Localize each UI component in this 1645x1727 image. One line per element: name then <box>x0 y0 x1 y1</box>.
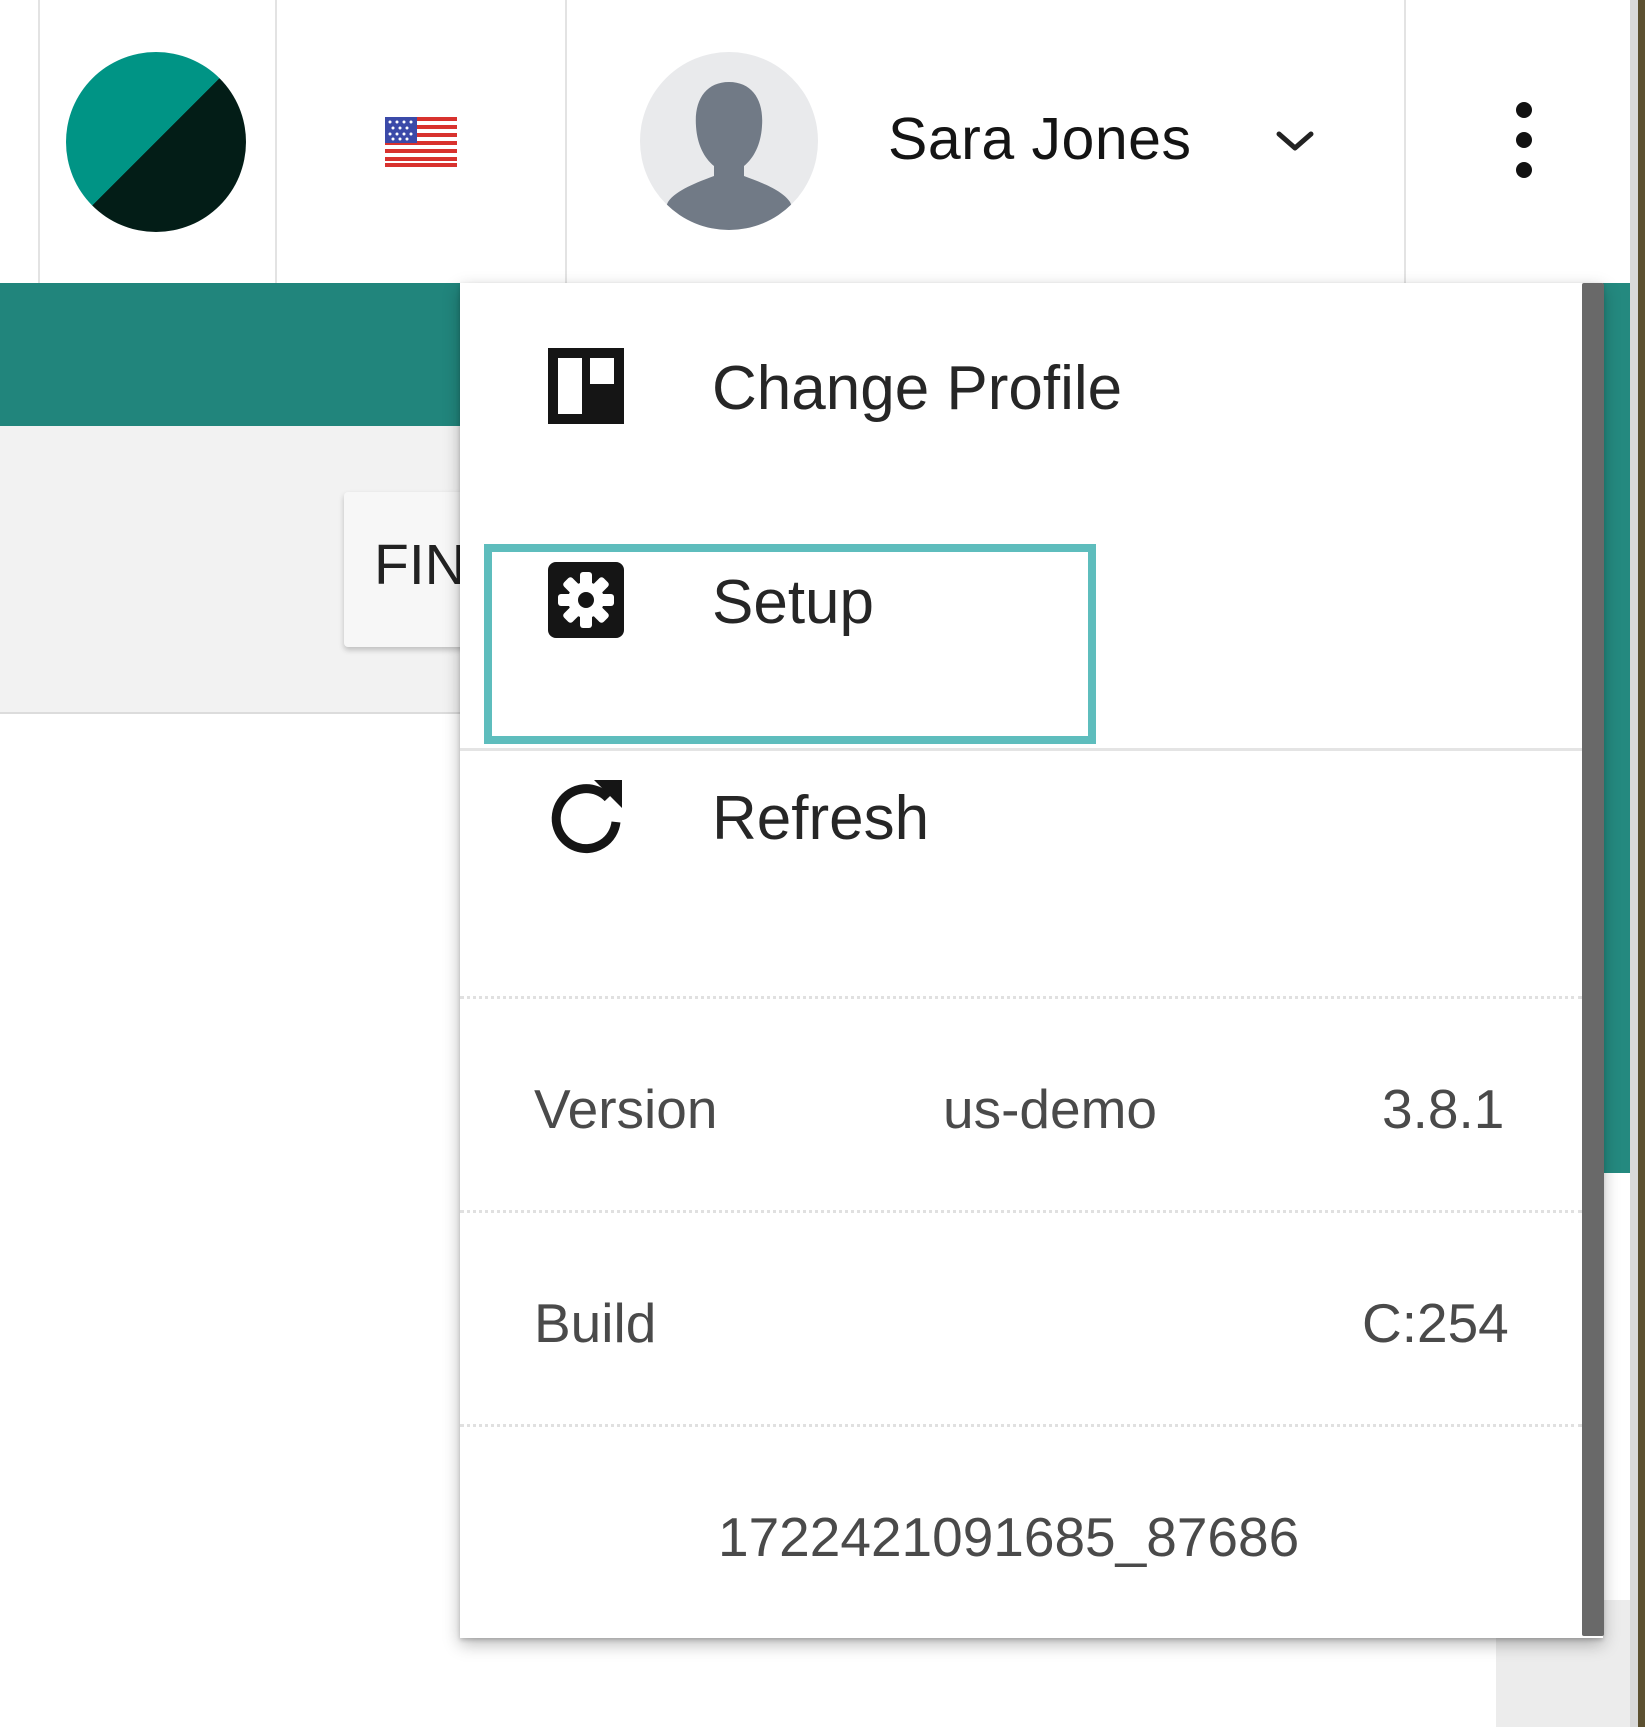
build-value: C:254 <box>1362 1292 1509 1354</box>
chevron-down-icon[interactable] <box>1273 126 1317 156</box>
menu-divider <box>460 1210 1582 1213</box>
setup-highlight-box <box>484 544 1096 744</box>
us-flag-icon[interactable] <box>385 117 457 167</box>
menu-divider <box>460 996 1582 999</box>
menu-item-label: Change Profile <box>712 354 1123 423</box>
user-name[interactable]: Sara Jones <box>888 105 1191 173</box>
menu-item-label: Refresh <box>712 784 930 853</box>
version-number: 3.8.1 <box>1382 1078 1505 1140</box>
dashboard-icon <box>548 348 624 424</box>
window-border <box>1638 0 1645 1727</box>
build-label: Build <box>534 1292 657 1354</box>
header-divider <box>38 0 40 283</box>
user-avatar[interactable] <box>640 52 818 230</box>
build-id: 1722421091685_87686 <box>718 1506 1300 1568</box>
menu-scrollbar[interactable] <box>1582 283 1604 1636</box>
menu-item-refresh[interactable]: Refresh <box>460 713 1582 923</box>
brand-logo[interactable] <box>66 52 246 232</box>
version-environment: us-demo <box>943 1078 1157 1140</box>
menu-divider <box>460 1424 1582 1427</box>
top-header: Sara Jones <box>0 0 1645 283</box>
menu-item-change-profile[interactable]: Change Profile <box>460 283 1582 493</box>
more-vert-icon[interactable] <box>1500 100 1548 180</box>
person-silhouette-icon <box>662 82 796 230</box>
version-label: Version <box>534 1078 718 1140</box>
user-dropdown-menu: Change Profile Setup Refresh Version us-… <box>460 283 1603 1638</box>
find-button-label: FIN <box>374 533 466 597</box>
header-divider <box>1404 0 1406 283</box>
header-divider <box>565 0 567 283</box>
header-divider <box>275 0 277 283</box>
refresh-icon <box>551 780 622 854</box>
